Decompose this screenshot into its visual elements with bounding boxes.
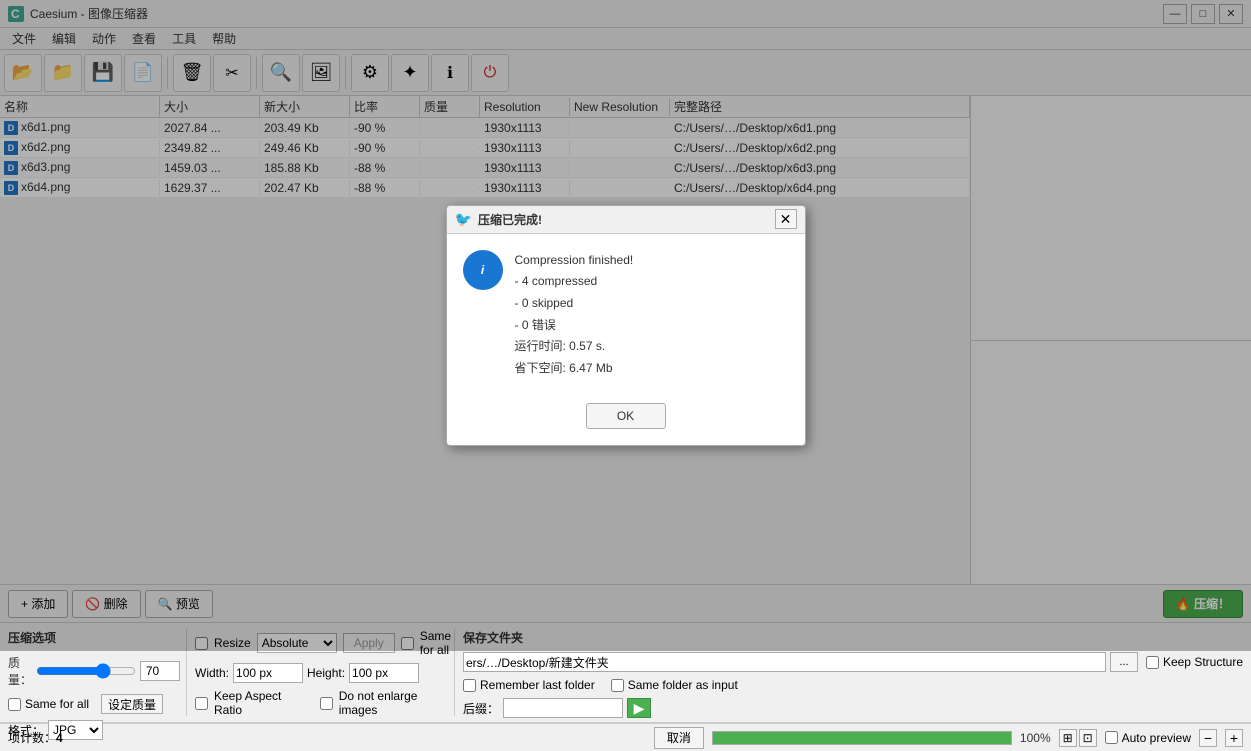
- modal-message-line3: - 0 skipped: [515, 293, 634, 315]
- modal-message-line6: 省下空间: 6.47 Mb: [515, 358, 634, 380]
- zoom-actual-button[interactable]: ⊡: [1079, 729, 1097, 747]
- quality-input[interactable]: [140, 661, 180, 681]
- wh-row: Width: Height:: [195, 663, 446, 683]
- compression-complete-modal: 🐦 压缩已完成! ✕ i Compression finished! - 4 c…: [446, 205, 806, 447]
- modal-close-button[interactable]: ✕: [775, 209, 797, 229]
- same-folder-label: Same folder as input: [628, 678, 738, 692]
- suffix-go-button[interactable]: ▶: [627, 698, 651, 718]
- modal-footer: OK: [447, 395, 805, 445]
- keep-aspect-checkbox[interactable]: [195, 697, 208, 710]
- folder-options-row: Remember last folder Same folder as inpu…: [463, 678, 1243, 692]
- modal-overlay: 🐦 压缩已完成! ✕ i Compression finished! - 4 c…: [0, 0, 1251, 651]
- zoom-in-button[interactable]: +: [1225, 729, 1243, 747]
- same-folder-checkbox[interactable]: [611, 679, 624, 692]
- suffix-row: 后缀： ▶: [463, 698, 1243, 718]
- same-folder-row: Same folder as input: [611, 678, 738, 692]
- suffix-input[interactable]: [503, 698, 623, 718]
- status-count-label: 项计数：4: [8, 729, 63, 746]
- remember-row: Remember last folder: [463, 678, 595, 692]
- height-label: Height:: [307, 666, 345, 680]
- zoom-out-button[interactable]: −: [1199, 729, 1217, 747]
- modal-message-line5: 运行时间: 0.57 s.: [515, 336, 634, 358]
- same-for-all-label: Same for all: [25, 697, 89, 711]
- quality-label: 质量：: [8, 654, 32, 688]
- remember-last-folder-checkbox[interactable]: [463, 679, 476, 692]
- suffix-label: 后缀：: [463, 700, 499, 717]
- modal-message-line1: Compression finished!: [515, 250, 634, 272]
- no-enlarge-label: Do not enlarge images: [339, 689, 446, 717]
- folder-path-input[interactable]: [463, 652, 1106, 672]
- quality-slider[interactable]: [36, 663, 136, 679]
- zoom-fit-button[interactable]: ⊞: [1059, 729, 1077, 747]
- auto-preview-label: Auto preview: [1122, 731, 1191, 745]
- auto-preview-row: Auto preview: [1105, 731, 1191, 745]
- auto-preview-checkbox[interactable]: [1105, 731, 1118, 744]
- width-input[interactable]: [233, 663, 303, 683]
- modal-message: Compression finished! - 4 compressed - 0…: [515, 250, 634, 380]
- folder-path-row: ... Keep Structure: [463, 652, 1243, 672]
- cancel-button[interactable]: 取消: [654, 727, 704, 749]
- keep-aspect-row: Keep Aspect Ratio Do not enlarge images: [195, 689, 446, 717]
- status-count-value: 4: [56, 731, 63, 745]
- zoom-label: 100%: [1020, 731, 1051, 745]
- modal-titlebar: 🐦 压缩已完成! ✕: [447, 206, 805, 234]
- modal-message-line2: - 4 compressed: [515, 271, 634, 293]
- same-for-all-checkbox[interactable]: [8, 698, 21, 711]
- width-label: Width:: [195, 666, 229, 680]
- height-input[interactable]: [349, 663, 419, 683]
- progress-bar-fill: [713, 732, 1011, 744]
- info-icon-letter: i: [481, 263, 484, 277]
- modal-body: i Compression finished! - 4 compressed -…: [447, 234, 805, 396]
- keep-aspect-label: Keep Aspect Ratio: [214, 689, 302, 717]
- keep-structure-label: Keep Structure: [1163, 655, 1243, 669]
- remember-last-folder-label: Remember last folder: [480, 678, 595, 692]
- modal-info-icon: i: [463, 250, 503, 290]
- modal-app-icon: 🐦: [455, 211, 472, 228]
- modal-message-line4: - 0 错误: [515, 315, 634, 337]
- statusbar: 项计数：4 取消 100% ⊞ ⊡ Auto preview − +: [0, 723, 1251, 751]
- set-quality-button[interactable]: 设定质量: [101, 694, 163, 714]
- folder-browse-button[interactable]: ...: [1110, 652, 1138, 672]
- quality-row: 质量：: [8, 654, 178, 688]
- modal-title: 压缩已完成!: [478, 211, 775, 228]
- keep-structure-checkbox[interactable]: [1146, 656, 1159, 669]
- zoom-controls: ⊞ ⊡: [1059, 729, 1097, 747]
- no-enlarge-checkbox[interactable]: [320, 697, 333, 710]
- ok-button[interactable]: OK: [586, 403, 666, 429]
- progress-bar: [712, 731, 1012, 745]
- sameforall-row: Same for all 设定质量: [8, 694, 178, 714]
